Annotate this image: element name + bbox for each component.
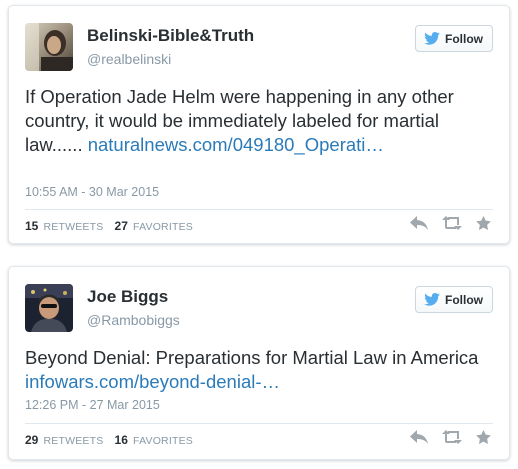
tweet-timestamp[interactable]: 12:26 PM - 27 Mar 2015 (25, 398, 160, 412)
tweet-link[interactable]: infowars.com/beyond-denial-… (25, 371, 280, 392)
retweets-stat[interactable]: 15 RETWEETS (25, 219, 104, 233)
tweet-actions (410, 430, 491, 449)
reply-icon[interactable] (410, 216, 428, 235)
retweets-label: RETWEETS (43, 221, 104, 233)
divider (25, 209, 493, 210)
avatar[interactable] (25, 284, 73, 332)
follow-button-label: Follow (445, 292, 483, 307)
avatar[interactable] (25, 23, 73, 71)
retweet-icon[interactable] (442, 216, 462, 235)
tweet-timestamp[interactable]: 10:55 AM - 30 Mar 2015 (25, 185, 159, 199)
user-handle[interactable]: @realbelinski (87, 51, 171, 67)
reply-icon[interactable] (410, 430, 428, 449)
tweet-stats: 29 RETWEETS 16 FAVORITES (25, 433, 201, 447)
divider (25, 423, 493, 424)
twitter-bird-icon (424, 32, 440, 45)
favorites-label: FAVORITES (133, 221, 193, 233)
retweets-count: 29 (25, 433, 39, 447)
favorites-stat[interactable]: 16 FAVORITES (114, 433, 193, 447)
retweets-label: RETWEETS (43, 435, 104, 447)
user-handle[interactable]: @Rambobiggs (87, 312, 180, 328)
retweet-icon[interactable] (442, 430, 462, 449)
display-name[interactable]: Belinski-Bible&Truth (87, 26, 254, 46)
twitter-bird-icon (424, 293, 440, 306)
favorites-count: 27 (114, 219, 128, 233)
display-name[interactable]: Joe Biggs (87, 287, 168, 307)
tweet-card: Belinski-Bible&Truth @realbelinski Follo… (8, 5, 510, 244)
follow-button[interactable]: Follow (415, 25, 493, 52)
favorites-stat[interactable]: 27 FAVORITES (114, 219, 193, 233)
tweet-text: If Operation Jade Helm were happening in… (25, 85, 495, 157)
tweet-actions (410, 216, 491, 235)
tweet-link[interactable]: naturalnews.com/049180_Operati… (88, 134, 384, 155)
favorites-label: FAVORITES (133, 435, 193, 447)
favorites-count: 16 (114, 433, 128, 447)
follow-button-label: Follow (445, 31, 483, 46)
retweets-stat[interactable]: 29 RETWEETS (25, 433, 104, 447)
tweet-stats: 15 RETWEETS 27 FAVORITES (25, 219, 201, 233)
retweets-count: 15 (25, 219, 39, 233)
tweet-text: Beyond Denial: Preparations for Martial … (25, 346, 495, 394)
tweet-card: Joe Biggs @Rambobiggs Follow Beyond Deni… (8, 266, 510, 460)
tweet-text-body: Beyond Denial: Preparations for Martial … (25, 347, 479, 368)
star-icon[interactable] (476, 430, 491, 449)
follow-button[interactable]: Follow (415, 286, 493, 313)
star-icon[interactable] (476, 216, 491, 235)
